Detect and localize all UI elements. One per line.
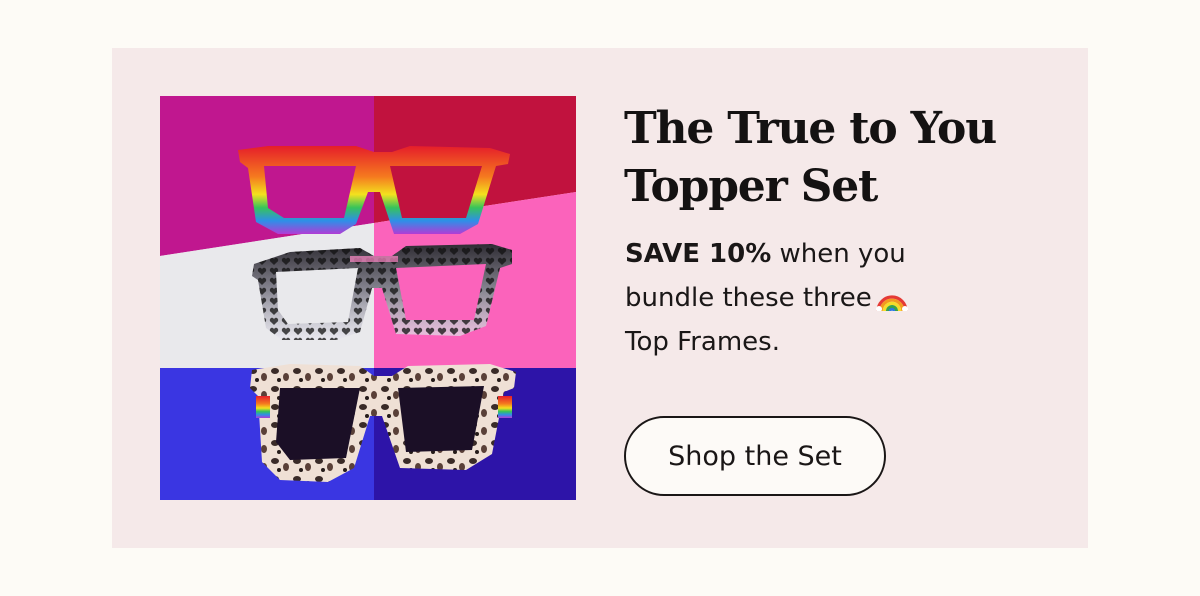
save-label: SAVE 10% [625, 239, 772, 269]
promo-body: SAVE 10% when you bundle these three Top… [625, 232, 955, 364]
topper-set-photo [160, 96, 576, 500]
promo-card: The True to You Topper Set SAVE 10% when… [112, 48, 1088, 548]
rainbow-emoji-icon [875, 295, 908, 311]
promo-title: The True to You Topper Set [624, 100, 1044, 216]
promo-title-line2: Topper Set [624, 161, 878, 212]
promo-body-text-2: Top Frames. [625, 327, 780, 357]
topper-set-image[interactable] [160, 96, 576, 500]
promo-title-line1: The True to You [624, 103, 997, 154]
shop-the-set-label: Shop the Set [668, 440, 842, 472]
shop-the-set-button[interactable]: Shop the Set [624, 416, 886, 496]
